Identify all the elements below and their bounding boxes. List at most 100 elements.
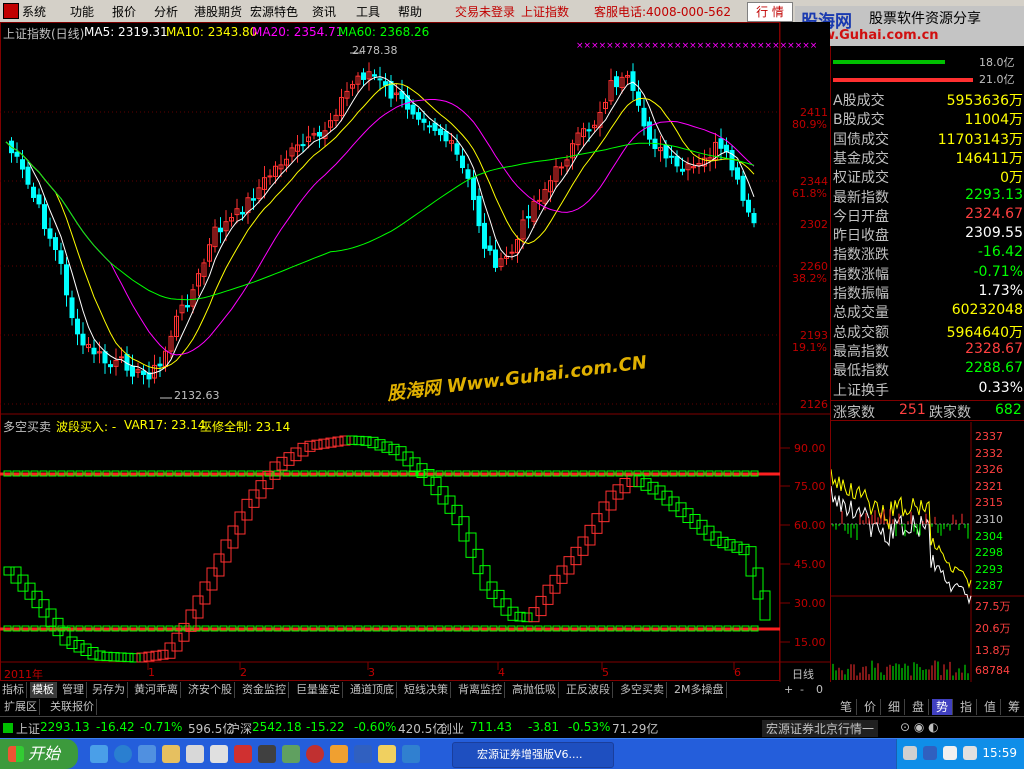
oscillator-box	[738, 543, 750, 556]
stats-value: 0.33%	[978, 379, 1023, 396]
ticker-hs-name[interactable]: 沪深	[228, 720, 252, 737]
reset-button[interactable]: 0	[816, 683, 823, 696]
tab-related-quotes[interactable]: 关联报价	[48, 699, 97, 715]
chart-title: 上证指数(日线)	[3, 27, 85, 41]
panel-tab[interactable]: 筹	[1004, 699, 1024, 715]
current-index-link[interactable]: 上证指数	[521, 3, 569, 20]
app-icon[interactable]	[330, 745, 348, 763]
stats-row: 指数涨幅 -0.71%	[831, 264, 1024, 283]
tab-indicator[interactable]: 巨量鉴定	[294, 682, 343, 698]
tray-icon[interactable]	[943, 746, 957, 760]
ticker-hs-amt: 420.5亿	[398, 722, 445, 736]
tab-indicator[interactable]: 多空买卖	[618, 682, 667, 698]
tab-indicator[interactable]: 通道顶底	[348, 682, 397, 698]
ma60-label: MA60: 2368.26	[338, 25, 430, 39]
menu-function[interactable]: 功能	[70, 3, 94, 20]
candle-body	[641, 107, 647, 127]
oscillator-box	[213, 553, 225, 577]
intraday-y-tick: 2304	[975, 529, 1003, 543]
candle-body	[460, 155, 465, 169]
candle-body	[64, 264, 69, 296]
stats-label: 上证换手	[833, 382, 889, 399]
candle-body	[218, 227, 223, 233]
panel-tab-strip: 笔价细盘势指值筹	[830, 699, 1024, 716]
app-icon[interactable]	[282, 745, 300, 763]
panel-tab[interactable]: 笔	[836, 699, 857, 715]
app-icon[interactable]	[378, 745, 396, 763]
clock[interactable]: 15:59	[982, 746, 1017, 760]
panel-tab[interactable]: 势	[932, 699, 953, 715]
taskbar-window-button[interactable]: 宏源证券增强版V6....	[452, 742, 614, 768]
ie-icon[interactable]	[114, 745, 132, 763]
menu-help[interactable]: 帮助	[398, 3, 422, 20]
tab-indicator[interactable]: 正反波段	[564, 682, 613, 698]
stats-value: 2293.13	[965, 186, 1023, 203]
app-icon[interactable]	[210, 745, 228, 763]
panel-tab[interactable]: 盘	[908, 699, 929, 715]
desktop-icon[interactable]	[90, 745, 108, 763]
period-label[interactable]: 日线	[792, 666, 814, 682]
ticker-cy-name[interactable]: 创业	[440, 720, 464, 737]
tab-indicator[interactable]: 高抛低吸	[510, 682, 559, 698]
tab-indicator[interactable]: 背离监控	[456, 682, 505, 698]
ticker-hs-pct: -0.60%	[354, 720, 397, 734]
panel-tab[interactable]: 值	[980, 699, 1001, 715]
folder-icon[interactable]	[162, 745, 180, 763]
icon-status: ⊙ ◉ ◐	[900, 720, 939, 734]
app-icon[interactable]	[354, 745, 372, 763]
panel-tab[interactable]: 指	[956, 699, 977, 715]
login-status[interactable]: 交易未登录	[455, 3, 515, 20]
tab-indicator[interactable]: 管理	[60, 682, 87, 698]
menu-hk-futures[interactable]: 港股期货	[194, 3, 242, 20]
ticker-sh-name[interactable]: 上证	[16, 720, 40, 737]
menu-tools[interactable]: 工具	[356, 3, 380, 20]
media-icon[interactable]	[186, 745, 204, 763]
menu-analysis[interactable]: 分析	[154, 3, 178, 20]
broker-name[interactable]: 宏源证券北京行情一	[762, 720, 879, 737]
outlook-icon[interactable]	[138, 745, 156, 763]
oscillator-box	[696, 519, 708, 535]
menu-hongyuan[interactable]: 宏源特色	[250, 3, 298, 20]
candle-body	[586, 129, 592, 132]
menu-news[interactable]: 资讯	[312, 3, 336, 20]
candle-body	[537, 199, 542, 202]
signal-marks: ××××××××××××××××××××××××××××××××	[576, 41, 817, 51]
zoom-out-button[interactable]: -	[800, 683, 804, 696]
app-icon[interactable]	[234, 745, 252, 763]
menu-quote[interactable]: 报价	[112, 3, 136, 20]
indicator-var17: VAR17: 23.14	[124, 418, 206, 432]
candle-body	[377, 78, 383, 81]
tab-indicator[interactable]: 模板	[30, 682, 57, 698]
chart-area[interactable]: ×××××××××××××××××××××××××××××××× 上证指数(日线…	[0, 22, 830, 682]
start-button[interactable]: 开始	[0, 739, 78, 769]
app-icon[interactable]	[402, 745, 420, 763]
oscillator-box	[437, 486, 449, 505]
tab-indicator[interactable]: 济安个股	[186, 682, 235, 698]
tab-indicator[interactable]: 另存为	[90, 682, 128, 698]
candle-body	[493, 249, 498, 268]
stats-label: 今日开盘	[833, 208, 889, 225]
tray-icon[interactable]	[903, 746, 917, 760]
app-icon[interactable]	[306, 745, 324, 763]
oscillator-box	[598, 501, 610, 523]
tab-indicator[interactable]: 短线决策	[402, 682, 451, 698]
tab-indicator[interactable]: 黄河乖离	[132, 682, 181, 698]
ma60-line	[5, 141, 755, 301]
menu-system[interactable]: 系统	[3, 3, 46, 20]
tab-indicator[interactable]: 2M多操盘	[672, 682, 727, 698]
tab-extension[interactable]: 扩展区	[2, 699, 40, 715]
quote-button[interactable]: 行 情	[747, 2, 793, 22]
intraday-y-tick: 2293	[975, 562, 1003, 576]
oscillator-box	[668, 496, 680, 512]
panel-tab[interactable]: 价	[860, 699, 881, 715]
oscillator-box	[731, 541, 743, 553]
app-icon[interactable]	[258, 745, 276, 763]
stats-value: 5953636万	[946, 93, 1023, 109]
tab-indicator[interactable]: 资金监控	[240, 682, 289, 698]
tab-indicator[interactable]: 指标	[0, 682, 27, 698]
tray-icon[interactable]	[923, 746, 937, 760]
panel-tab[interactable]: 细	[884, 699, 905, 715]
volume-icon[interactable]	[963, 746, 977, 760]
zoom-in-button[interactable]: +	[784, 683, 793, 696]
oscillator-box	[542, 584, 554, 605]
